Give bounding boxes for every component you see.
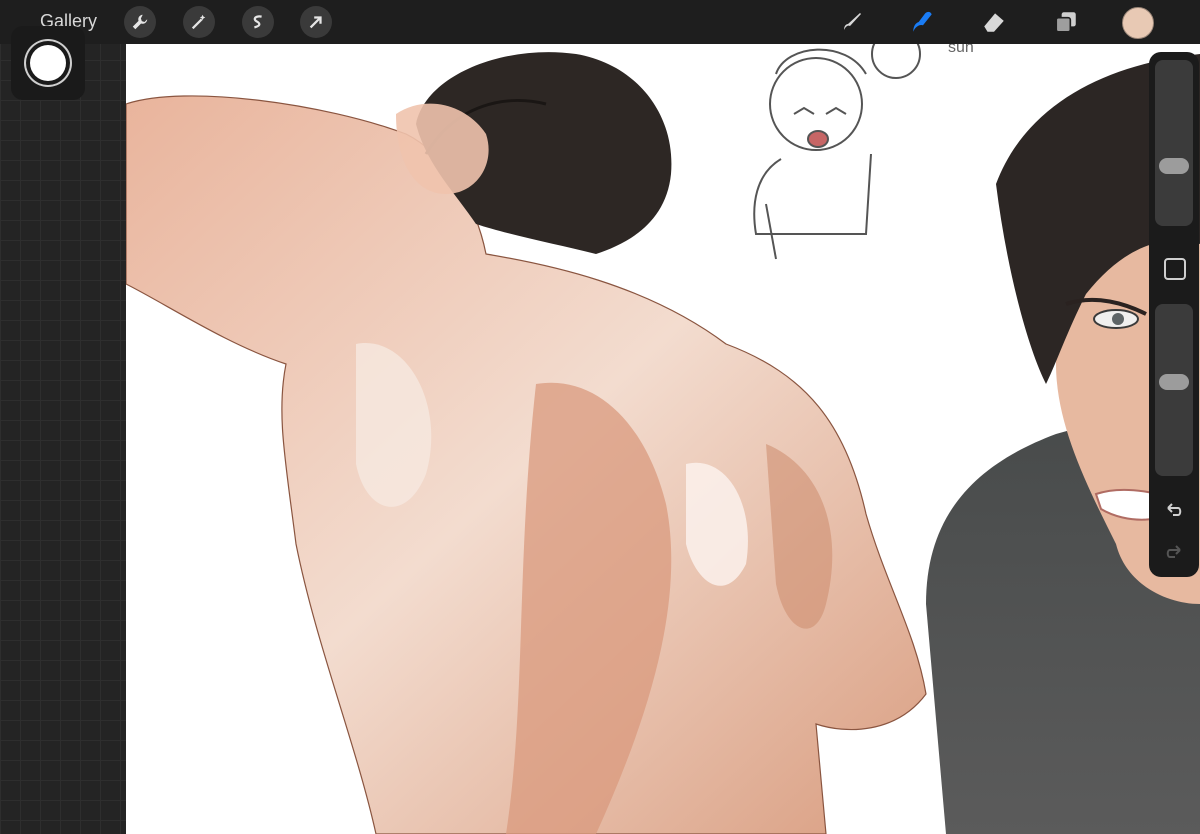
- transform-arrow-icon[interactable]: [300, 6, 332, 38]
- opacity-slider[interactable]: [1155, 304, 1193, 476]
- selection-icon[interactable]: [242, 6, 274, 38]
- modify-button[interactable]: [1164, 258, 1186, 280]
- smudge-icon[interactable]: [907, 6, 939, 38]
- side-toolbar: [1149, 52, 1199, 577]
- brush-size-slider[interactable]: [1155, 60, 1193, 226]
- wrench-icon[interactable]: [124, 6, 156, 38]
- eraser-icon[interactable]: [978, 6, 1010, 38]
- quickshape-button[interactable]: [11, 26, 85, 100]
- top-toolbar: Gallery: [0, 0, 1200, 44]
- brush-size-thumb[interactable]: [1159, 157, 1189, 174]
- undo-icon[interactable]: [1162, 498, 1186, 522]
- magic-wand-icon[interactable]: [183, 6, 215, 38]
- opacity-thumb[interactable]: [1159, 374, 1189, 391]
- sketch-note: sun: [948, 44, 974, 56]
- redo-icon[interactable]: [1162, 540, 1186, 564]
- brush-preview-circle: [30, 45, 66, 81]
- brush-icon[interactable]: [836, 6, 868, 38]
- layers-icon[interactable]: [1050, 6, 1082, 38]
- chibi-sketch: [753, 44, 921, 260]
- color-picker-swatch[interactable]: [1122, 7, 1154, 39]
- artwork: sun: [126, 44, 1200, 834]
- drawing-canvas[interactable]: sun: [126, 44, 1200, 834]
